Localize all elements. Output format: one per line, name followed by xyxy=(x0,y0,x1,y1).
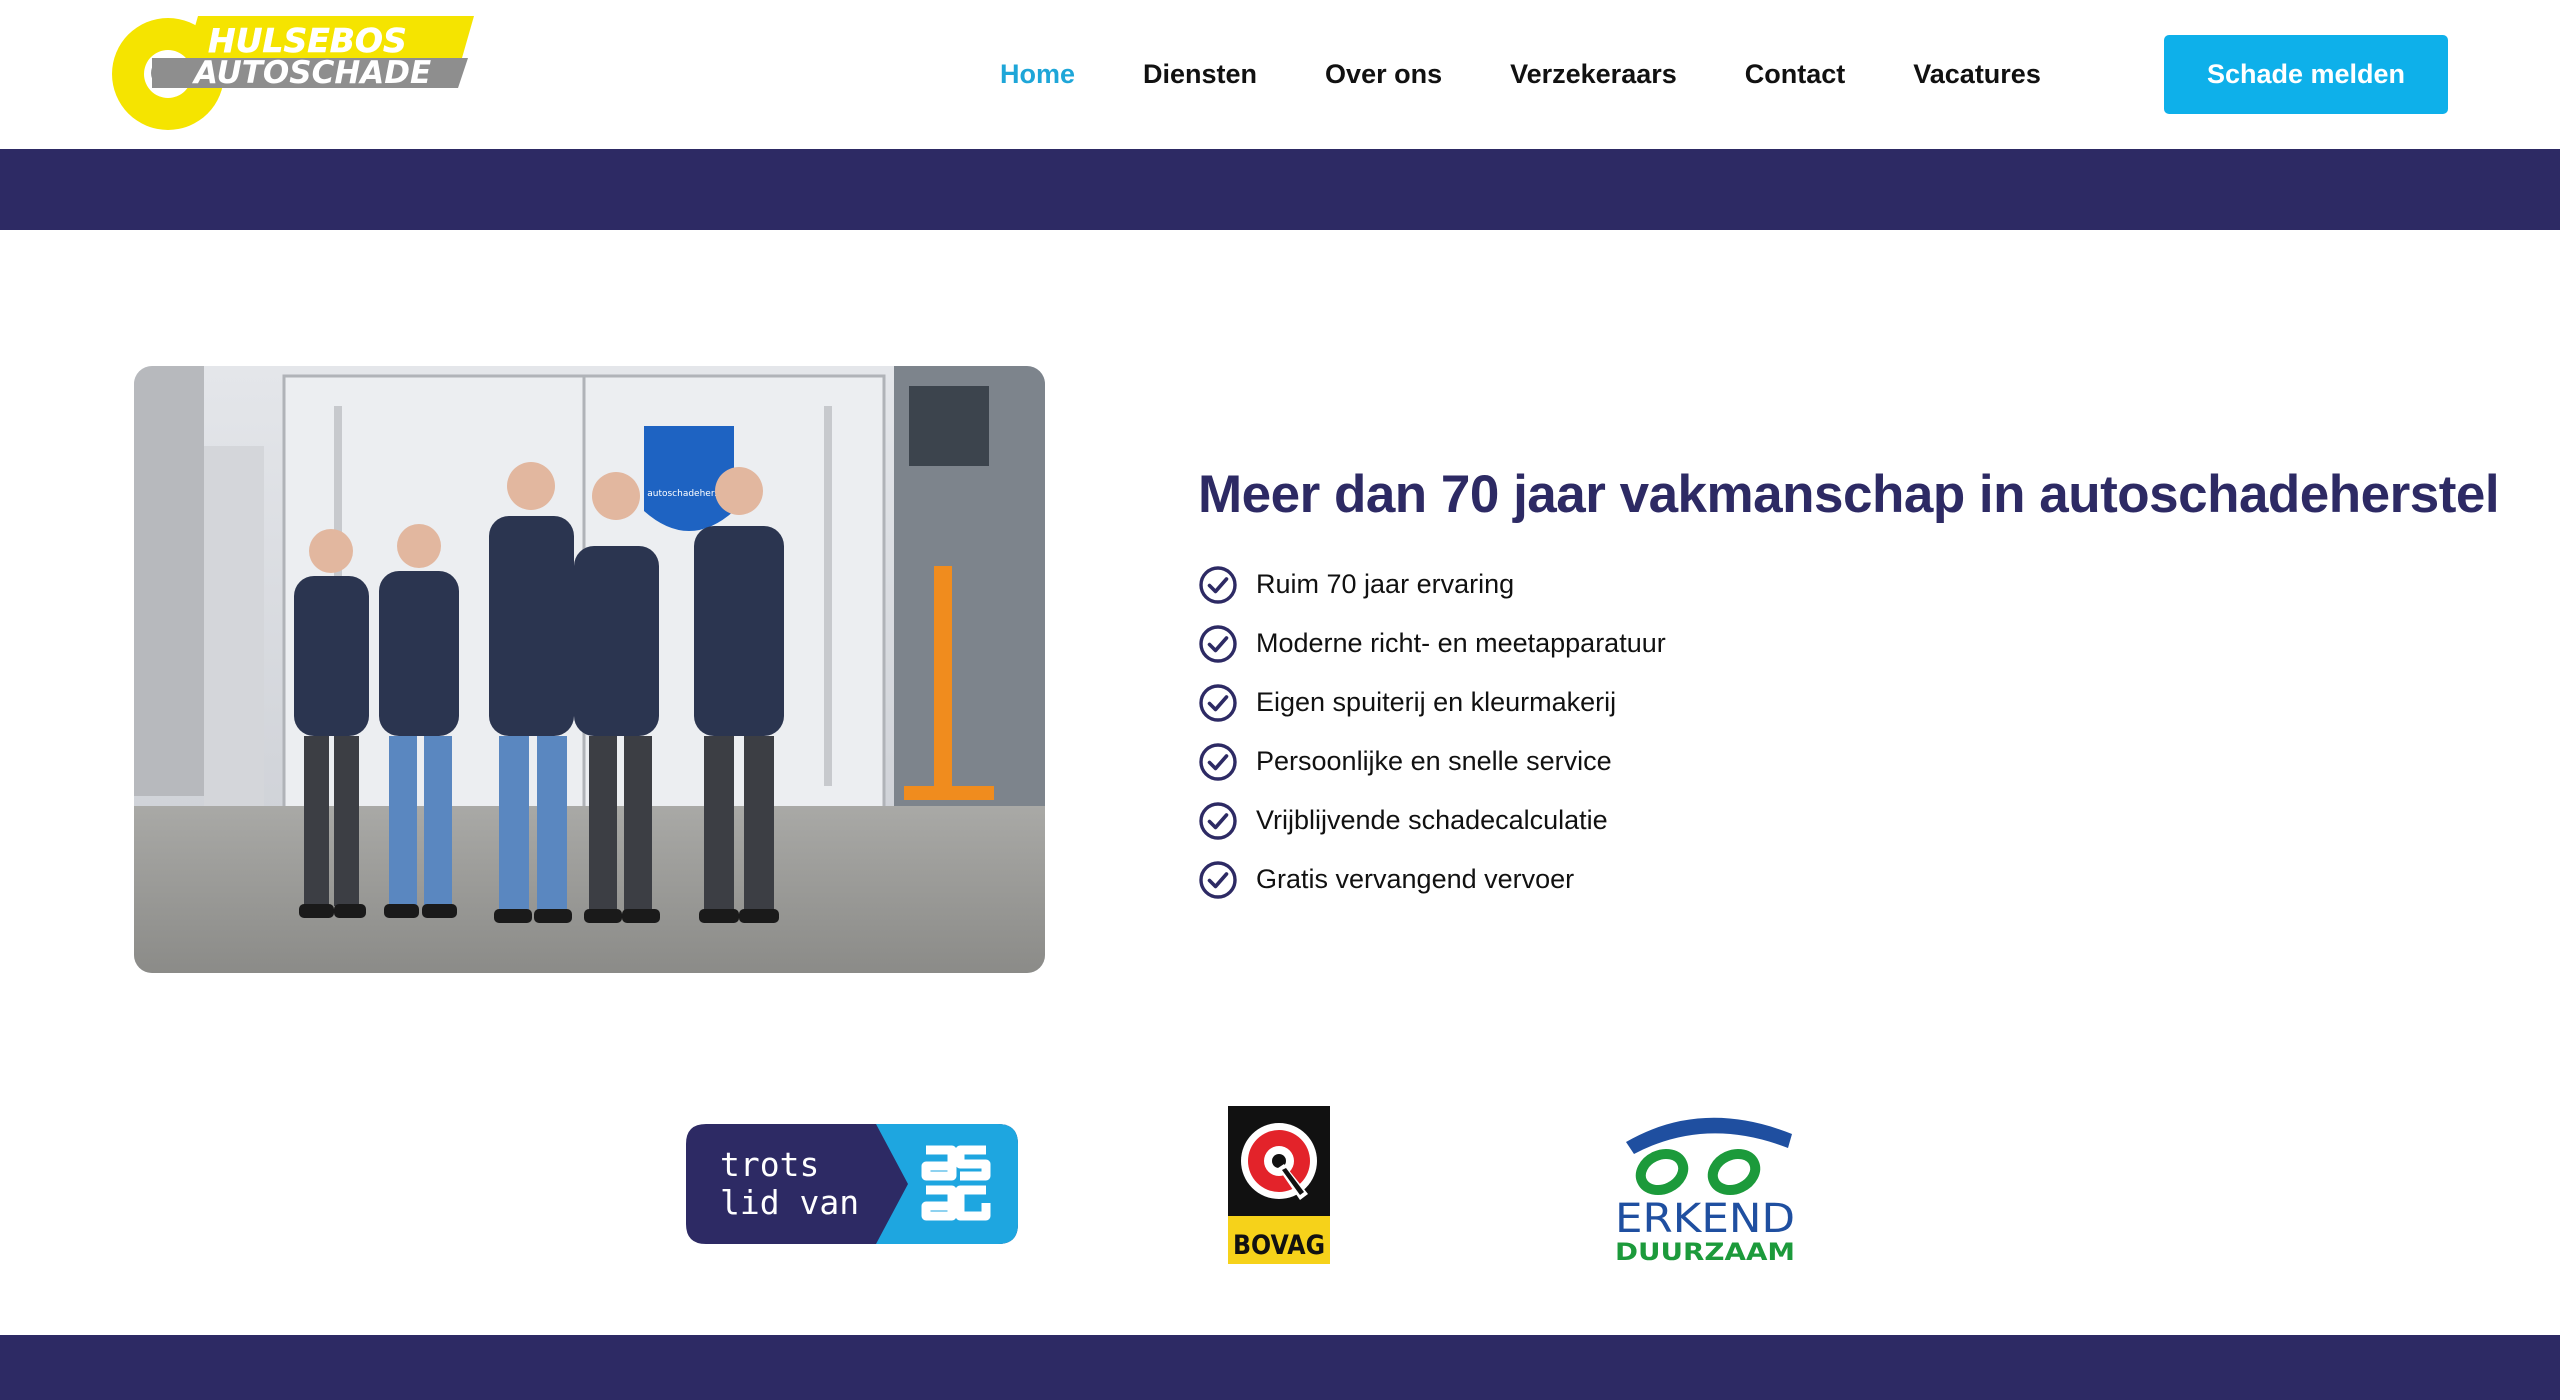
check-circle-icon xyxy=(1198,683,1238,723)
check-circle-icon xyxy=(1198,565,1238,605)
bovag-text: BOVAG xyxy=(1233,1230,1325,1261)
nav-home[interactable]: Home xyxy=(1000,59,1075,90)
feature-list: Ruim 70 jaar ervaring Moderne richt- en … xyxy=(1198,555,1666,909)
site-header: HULSEBOS AUTOSCHADE Home Diensten Over o… xyxy=(0,0,2560,149)
feature-label: Eigen spuiterij en kleurmakerij xyxy=(1256,687,1617,717)
top-banner-band xyxy=(0,149,2560,230)
check-circle-icon xyxy=(1198,742,1238,782)
asa-member-logo[interactable]: trots lid van xyxy=(686,1124,1018,1244)
check-circle-icon xyxy=(1198,624,1238,664)
feature-label: Gratis vervangend vervoer xyxy=(1256,864,1575,894)
page-headline: Meer dan 70 jaar vakmanschap in autoscha… xyxy=(1198,465,2500,524)
feature-item: Persoonlijke en snelle service xyxy=(1198,732,1666,791)
schade-melden-button[interactable]: Schade melden xyxy=(2164,35,2448,114)
erkend-duurzaam-logo[interactable]: ERKEND DUURZAAM xyxy=(1612,1108,1798,1264)
nav-over-ons[interactable]: Over ons xyxy=(1325,59,1442,90)
feature-item: Gratis vervangend vervoer xyxy=(1198,850,1666,909)
hulsebos-logo[interactable]: HULSEBOS AUTOSCHADE xyxy=(108,12,474,134)
logo-text-line2: AUTOSCHADE xyxy=(191,55,431,91)
feature-item: Ruim 70 jaar ervaring xyxy=(1198,555,1666,614)
bovag-logo[interactable]: BOVAG xyxy=(1228,1106,1330,1264)
nav-diensten[interactable]: Diensten xyxy=(1143,59,1257,90)
feature-item: Eigen spuiterij en kleurmakerij xyxy=(1198,673,1666,732)
asa-logo-graphic: trots lid van xyxy=(686,1124,1018,1244)
feature-label: Persoonlijke en snelle service xyxy=(1256,746,1612,776)
team-photo: autoschadeherstel xyxy=(134,366,1045,973)
check-circle-icon xyxy=(1198,801,1238,841)
feature-label: Moderne richt- en meetapparatuur xyxy=(1256,628,1666,658)
feature-item: Moderne richt- en meetapparatuur xyxy=(1198,614,1666,673)
nav-vacatures[interactable]: Vacatures xyxy=(1913,59,2041,90)
team-photo-illustration: autoschadeherstel xyxy=(134,366,1045,973)
nav-contact[interactable]: Contact xyxy=(1745,59,1846,90)
logo-graphic: HULSEBOS AUTOSCHADE xyxy=(112,16,474,130)
feature-label: Ruim 70 jaar ervaring xyxy=(1256,569,1515,599)
feature-label: Vrijblijvende schadecalculatie xyxy=(1256,805,1608,835)
feature-item: Vrijblijvende schadecalculatie xyxy=(1198,791,1666,850)
erkend-duurzaam-graphic: ERKEND DUURZAAM xyxy=(1615,1117,1795,1264)
main-navigation: Home Diensten Over ons Verzekeraars Cont… xyxy=(1000,0,2109,149)
footer-band xyxy=(0,1335,2560,1400)
nav-verzekeraars[interactable]: Verzekeraars xyxy=(1510,59,1677,90)
asa-text-trots: trots xyxy=(720,1145,819,1184)
check-circle-icon xyxy=(1198,860,1238,900)
bovag-logo-graphic: BOVAG xyxy=(1228,1106,1330,1264)
erkend-text: ERKEND xyxy=(1615,1196,1795,1242)
asa-text-lid-van: lid van xyxy=(720,1183,859,1222)
duurzaam-text: DUURZAAM xyxy=(1615,1238,1795,1264)
